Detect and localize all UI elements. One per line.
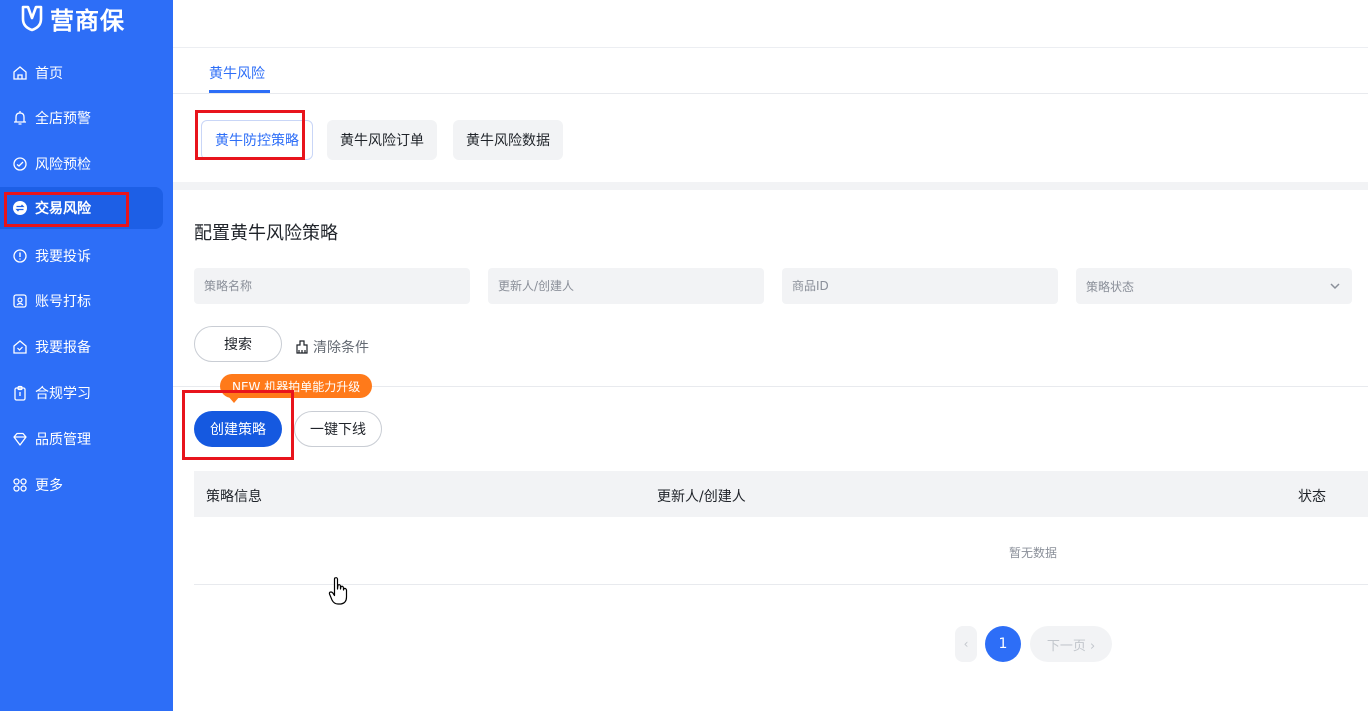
- subtab-risk-orders[interactable]: 黄牛风险订单: [327, 120, 437, 160]
- tab-scalper-risk[interactable]: 黄牛风险: [209, 63, 265, 83]
- sidebar-item-more[interactable]: 更多: [0, 464, 173, 506]
- home-icon: [13, 66, 27, 80]
- diamond-icon: [13, 432, 27, 446]
- pagination-next-button[interactable]: 下一页 ›: [1030, 626, 1112, 662]
- logo[interactable]: 营商保: [20, 0, 125, 36]
- sidebar-item-label: 更多: [35, 478, 63, 494]
- grid-more-icon: [13, 478, 27, 492]
- updater-input[interactable]: [488, 268, 764, 304]
- section-title: 配置黄牛风险策略: [194, 223, 338, 244]
- sidebar-item-label: 交易风险: [35, 201, 91, 217]
- logo-shield-icon: [21, 5, 43, 32]
- logo-text: 营商保: [50, 6, 125, 35]
- sidebar-item-complaint[interactable]: 我要投诉: [0, 235, 173, 277]
- broom-icon: [296, 340, 308, 354]
- sidebar-item-label: 我要投诉: [35, 249, 91, 265]
- product-id-input[interactable]: [782, 268, 1058, 304]
- strategy-status-placeholder: 策略状态: [1086, 279, 1135, 294]
- sidebar-item-risk-precheck[interactable]: 风险预检: [0, 143, 173, 185]
- strategy-name-input[interactable]: [194, 268, 470, 304]
- clipboard-icon: [14, 385, 26, 401]
- sidebar-item-label: 合规学习: [35, 386, 91, 402]
- sidebar-item-account-tag[interactable]: 账号打标: [0, 280, 173, 322]
- strategy-status-select[interactable]: 策略状态: [1076, 268, 1352, 304]
- sidebar-item-home[interactable]: 首页: [0, 52, 173, 94]
- sidebar: 营商保 首页 全店预警 风险预检 交易风险 我要投诉 账号打标 我要报备 合规学…: [0, 0, 173, 711]
- table-empty-row: 暂无数据: [194, 517, 1368, 585]
- create-strategy-button[interactable]: 创建策略: [194, 411, 282, 447]
- bulk-offline-button[interactable]: 一键下线: [294, 411, 382, 447]
- sidebar-item-label: 全店预警: [35, 111, 91, 127]
- sidebar-item-label: 品质管理: [35, 432, 91, 448]
- check-circle-icon: [13, 157, 27, 171]
- empty-state-text: 暂无数据: [1009, 546, 1058, 560]
- badge-pointer: [228, 396, 240, 403]
- sidebar-item-store-alert[interactable]: 全店预警: [0, 97, 173, 139]
- hand-cursor-icon: [328, 577, 348, 605]
- sidebar-item-label: 风险预检: [35, 157, 91, 173]
- sidebar-item-trade-risk[interactable]: 交易风险: [0, 187, 163, 229]
- sidebar-item-filing[interactable]: 我要报备: [0, 326, 173, 368]
- sidebar-item-label: 我要报备: [35, 340, 91, 356]
- sidebar-item-label: 账号打标: [35, 294, 91, 310]
- top-header: [173, 0, 1368, 48]
- exchange-icon: [13, 201, 27, 215]
- column-status: 状态: [1298, 489, 1326, 505]
- pagination-prev-button[interactable]: ‹: [955, 626, 977, 662]
- sidebar-item-label: 首页: [35, 66, 63, 82]
- tab-active-indicator: [209, 90, 270, 93]
- section-separator: [173, 182, 1368, 190]
- search-button[interactable]: 搜索: [194, 326, 282, 362]
- clear-conditions-link[interactable]: 清除条件: [295, 337, 369, 357]
- main-tabbar: 黄牛风险: [173, 48, 1368, 94]
- chevron-down-icon: [1330, 283, 1340, 290]
- pagination-page-1[interactable]: 1: [985, 626, 1021, 662]
- id-card-icon: [13, 294, 27, 308]
- alert-circle-icon: [13, 249, 27, 263]
- bell-icon: [14, 111, 26, 125]
- subtab-risk-data[interactable]: 黄牛风险数据: [453, 120, 563, 160]
- clear-conditions-label: 清除条件: [313, 340, 369, 356]
- shield-home-icon: [13, 340, 27, 354]
- sidebar-item-compliance[interactable]: 合规学习: [0, 372, 173, 414]
- table-header: 策略信息 更新人/创建人 状态: [194, 471, 1368, 517]
- sidebar-item-quality[interactable]: 品质管理: [0, 418, 173, 460]
- column-strategy-info: 策略信息: [206, 489, 262, 505]
- subtab-prevention-strategy[interactable]: 黄牛防控策略: [201, 120, 313, 160]
- subtab-bar: 黄牛防控策略 黄牛风险订单 黄牛风险数据: [173, 94, 1368, 182]
- column-updater: 更新人/创建人: [657, 489, 746, 505]
- new-feature-badge: NEW 机器拍单能力升级: [220, 374, 373, 398]
